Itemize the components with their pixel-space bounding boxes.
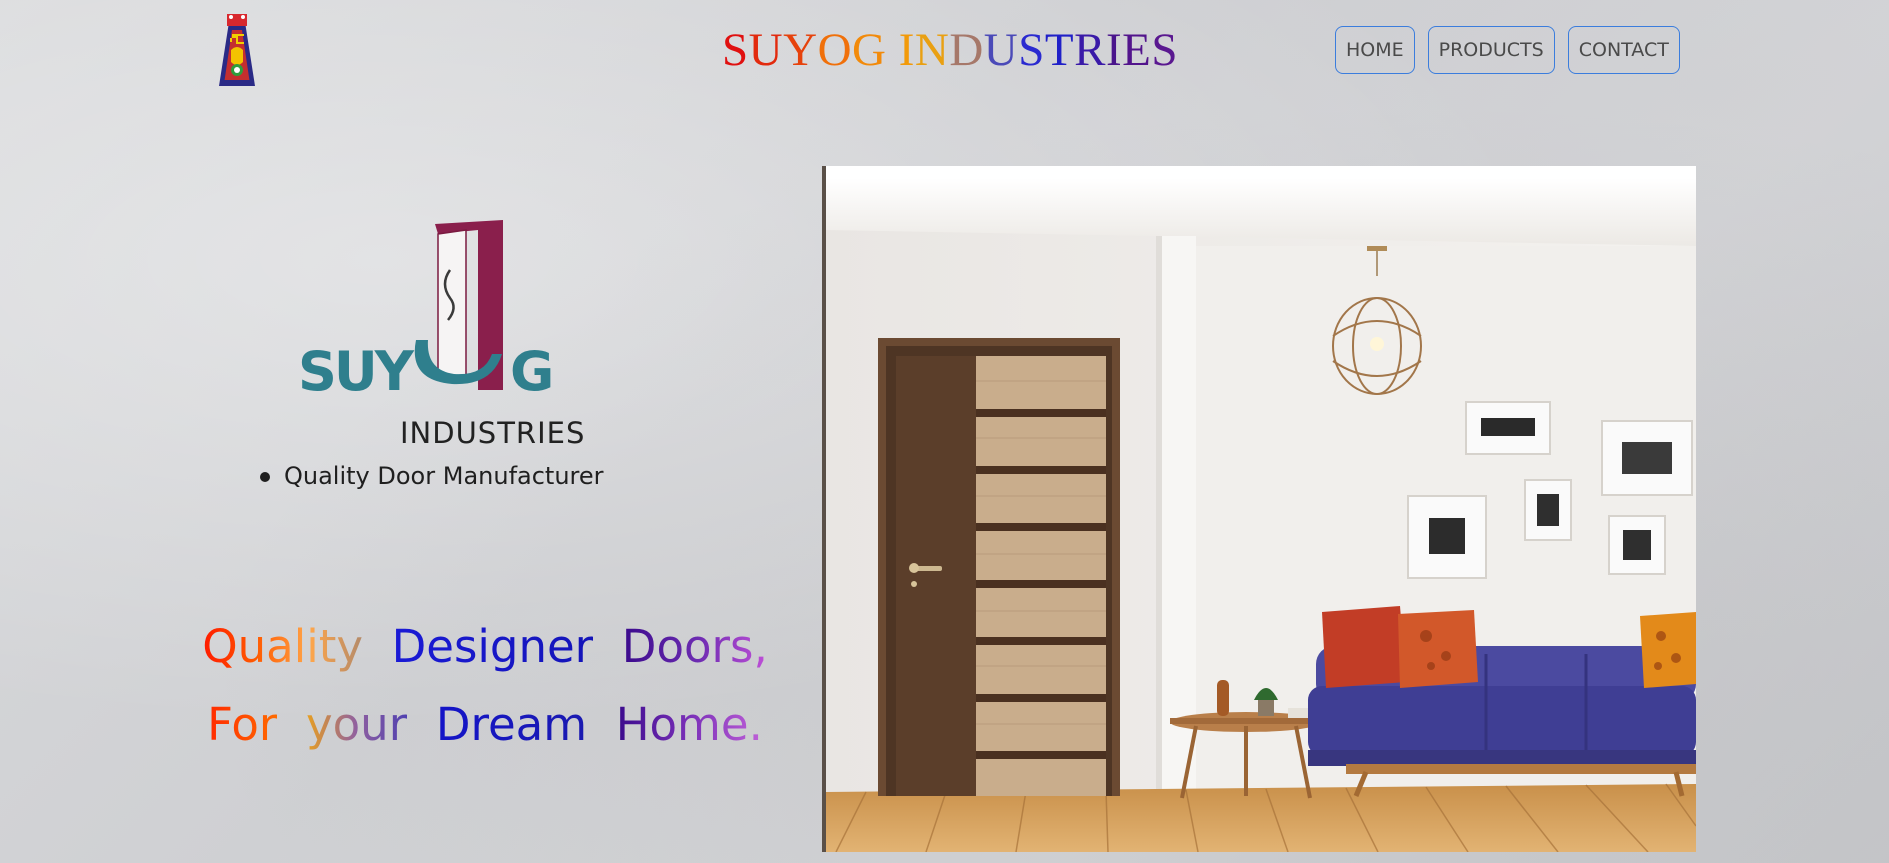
title-letter: T [1044, 24, 1075, 76]
title-letter: U [983, 24, 1019, 76]
bullet-icon [260, 472, 270, 482]
title-letter: D [949, 24, 984, 76]
site-title: SUYOG INDUSTRIES [700, 22, 1200, 78]
title-letter: I [1105, 24, 1123, 76]
title-letter: I [898, 24, 915, 76]
slogan-line-2: For your Dream Home. [130, 698, 840, 751]
title-letter: U [748, 24, 784, 76]
nav-contact-button[interactable]: CONTACT [1567, 26, 1680, 74]
slogan-word: your [306, 698, 408, 751]
slogan-word: For [207, 698, 278, 751]
slogan-word: Designer [391, 620, 594, 673]
brand-industries-text: INDUSTRIES [400, 416, 586, 450]
title-letter: O [817, 24, 853, 76]
svg-text:G: G [510, 340, 553, 402]
title-letter [886, 24, 898, 76]
swastika-hand-emblem-icon [213, 12, 261, 88]
title-letter: G [852, 24, 887, 76]
brand-tagline: Quality Door Manufacturer [260, 462, 604, 490]
title-letter: N [914, 24, 950, 76]
tagline-text: Quality Door Manufacturer [284, 462, 604, 490]
title-letter: E [1122, 24, 1152, 76]
slogan-line-1: Quality Designer Doors, [130, 620, 840, 673]
slogan-word: Doors, [621, 620, 768, 673]
nav-products-button[interactable]: PRODUCTS [1427, 26, 1555, 74]
title-letter: S [1018, 24, 1045, 76]
title-letter: S [722, 24, 749, 76]
main-nav: HOME PRODUCTS CONTACT [1335, 26, 1680, 74]
title-letter: R [1074, 24, 1106, 76]
slogan-word: Home. [615, 698, 763, 751]
suyog-brand-logo: SUY G [298, 220, 554, 403]
title-letter: Y [783, 24, 818, 76]
svg-text:SUY: SUY [298, 340, 415, 402]
living-room-wooden-door-photo [822, 166, 1696, 852]
slogan-word: Dream [435, 698, 588, 751]
slogan-word: Quality [202, 620, 364, 673]
nav-home-button[interactable]: HOME [1335, 26, 1415, 74]
title-letter: S [1151, 24, 1178, 76]
